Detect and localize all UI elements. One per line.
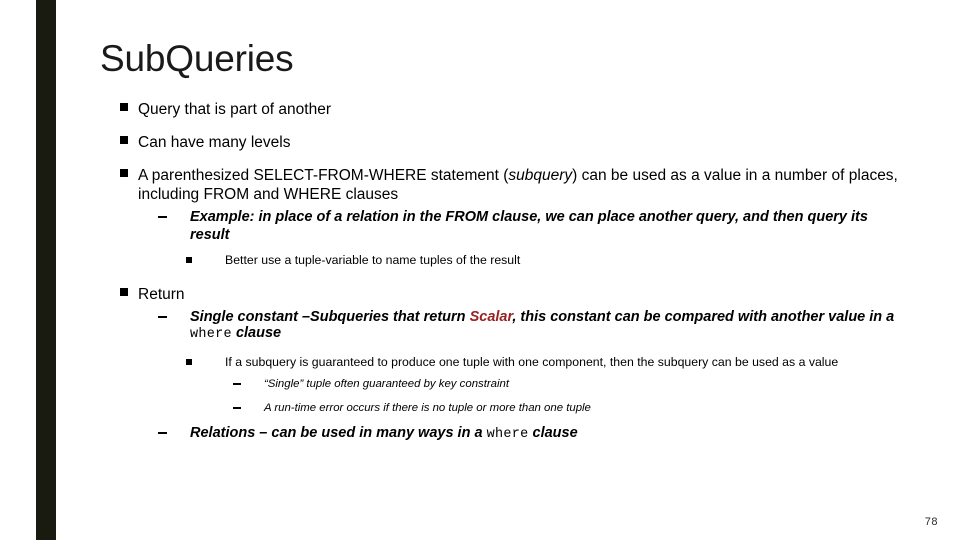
bullet-text-part1: A parenthesized SELECT-FROM-WHERE statem…: [138, 167, 509, 184]
bullet-level1: Can have many levels: [100, 133, 900, 152]
bullet-text: Better use a tuple-variable to name tupl…: [225, 253, 521, 267]
bullet-level1: Return: [100, 285, 900, 304]
square-bullet-icon: [120, 103, 128, 111]
dash-bullet-icon: [158, 432, 167, 434]
bullet-level2: Single constant –Subqueries that return …: [100, 309, 900, 343]
dash-bullet-icon: [158, 216, 167, 218]
square-bullet-icon: [186, 257, 192, 263]
bullet-level1: Query that is part of another: [100, 100, 900, 119]
bullet-text: “Single” tuple often guaranteed by key c…: [264, 378, 510, 390]
slide: SubQueries Query that is part of another…: [0, 0, 960, 540]
bullet-text: Query that is part of another: [138, 101, 331, 118]
bullet-text-part1: Single constant –Subqueries that return: [190, 308, 470, 325]
bullet-level4: A run-time error occurs if there is no t…: [100, 401, 900, 415]
code-keyword-where: where: [190, 326, 232, 342]
highlight-scalar: Scalar: [469, 308, 513, 325]
bullet-level3: If a subquery is guaranteed to produce o…: [100, 355, 900, 371]
bullet-level4: “Single” tuple often guaranteed by key c…: [100, 377, 900, 391]
code-keyword-where: where: [486, 427, 529, 442]
square-bullet-icon: [120, 169, 128, 177]
bullet-text: Can have many levels: [138, 134, 291, 151]
bullet-text: A run-time error occurs if there is no t…: [264, 402, 591, 414]
page-title: SubQueries: [100, 38, 294, 79]
page-number: 78: [924, 516, 938, 528]
dash-bullet-icon: [233, 407, 241, 409]
bullet-text-part2: , this constant can be compared with ano…: [512, 308, 895, 325]
bullet-level2: Relations – can be used in many ways in …: [100, 425, 900, 444]
bullet-text: Example: in place of a relation in the F…: [190, 209, 868, 243]
bullet-level2: Example: in place of a relation in the F…: [100, 209, 900, 244]
bullet-text-part3: clause: [231, 324, 282, 341]
slide-body: Query that is part of another Can have m…: [100, 100, 900, 444]
bullet-level1: A parenthesized SELECT-FROM-WHERE statem…: [100, 166, 900, 204]
bullet-text-part1: Relations – can be used in many ways in …: [190, 425, 487, 441]
dash-bullet-icon: [158, 315, 167, 318]
bullet-text-part2: clause: [528, 425, 578, 441]
bullet-text-emphasis: subquery: [508, 167, 573, 184]
bullet-text: If a subquery is guaranteed to produce o…: [225, 354, 839, 369]
square-bullet-icon: [120, 136, 128, 144]
dash-bullet-icon: [233, 383, 241, 385]
accent-bar: [36, 0, 56, 540]
bullet-level3: Better use a tuple-variable to name tupl…: [100, 253, 900, 269]
square-bullet-icon: [120, 287, 128, 296]
square-bullet-icon: [186, 358, 192, 365]
bullet-text: Return: [138, 285, 185, 303]
